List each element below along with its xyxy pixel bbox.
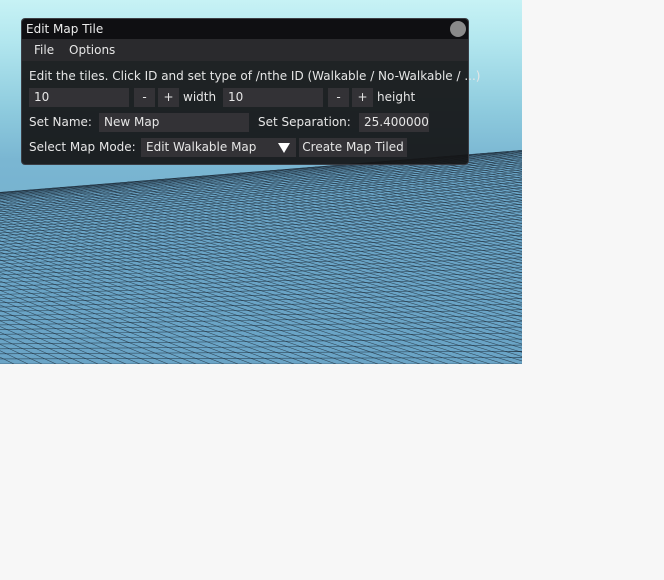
width-input[interactable]: 10 <box>29 88 129 107</box>
edit-map-tile-window: Edit Map Tile File Options Edit the tile… <box>21 18 480 165</box>
height-decrement-button[interactable]: - <box>328 88 349 107</box>
width-label: width <box>183 90 217 104</box>
height-increment-button[interactable]: + <box>352 88 373 107</box>
window-title: Edit Map Tile <box>26 22 104 36</box>
width-increment-button[interactable]: + <box>158 88 179 107</box>
map-mode-selected: Edit Walkable Map <box>146 140 257 154</box>
height-input[interactable]: 10 <box>223 88 323 107</box>
map-mode-dropdown[interactable]: Edit Walkable Map <box>141 138 296 157</box>
chevron-down-icon <box>278 143 290 153</box>
separation-input[interactable]: 25.400000 <box>359 113 429 132</box>
menu-bar: File Options <box>22 39 468 61</box>
window-titlebar[interactable]: Edit Map Tile <box>22 19 468 39</box>
close-icon[interactable] <box>450 21 466 37</box>
set-separation-label: Set Separation: <box>258 115 351 129</box>
create-map-tiled-button[interactable]: Create Map Tiled <box>299 138 407 157</box>
set-name-label: Set Name: <box>29 115 92 129</box>
menu-file[interactable]: File <box>34 43 54 57</box>
description-text: Edit the tiles. Click ID and set type of… <box>29 69 481 83</box>
height-label: height <box>377 90 416 104</box>
width-decrement-button[interactable]: - <box>134 88 155 107</box>
select-map-mode-label: Select Map Mode: <box>29 140 136 154</box>
menu-options[interactable]: Options <box>69 43 115 57</box>
map-name-input[interactable]: New Map <box>99 113 249 132</box>
